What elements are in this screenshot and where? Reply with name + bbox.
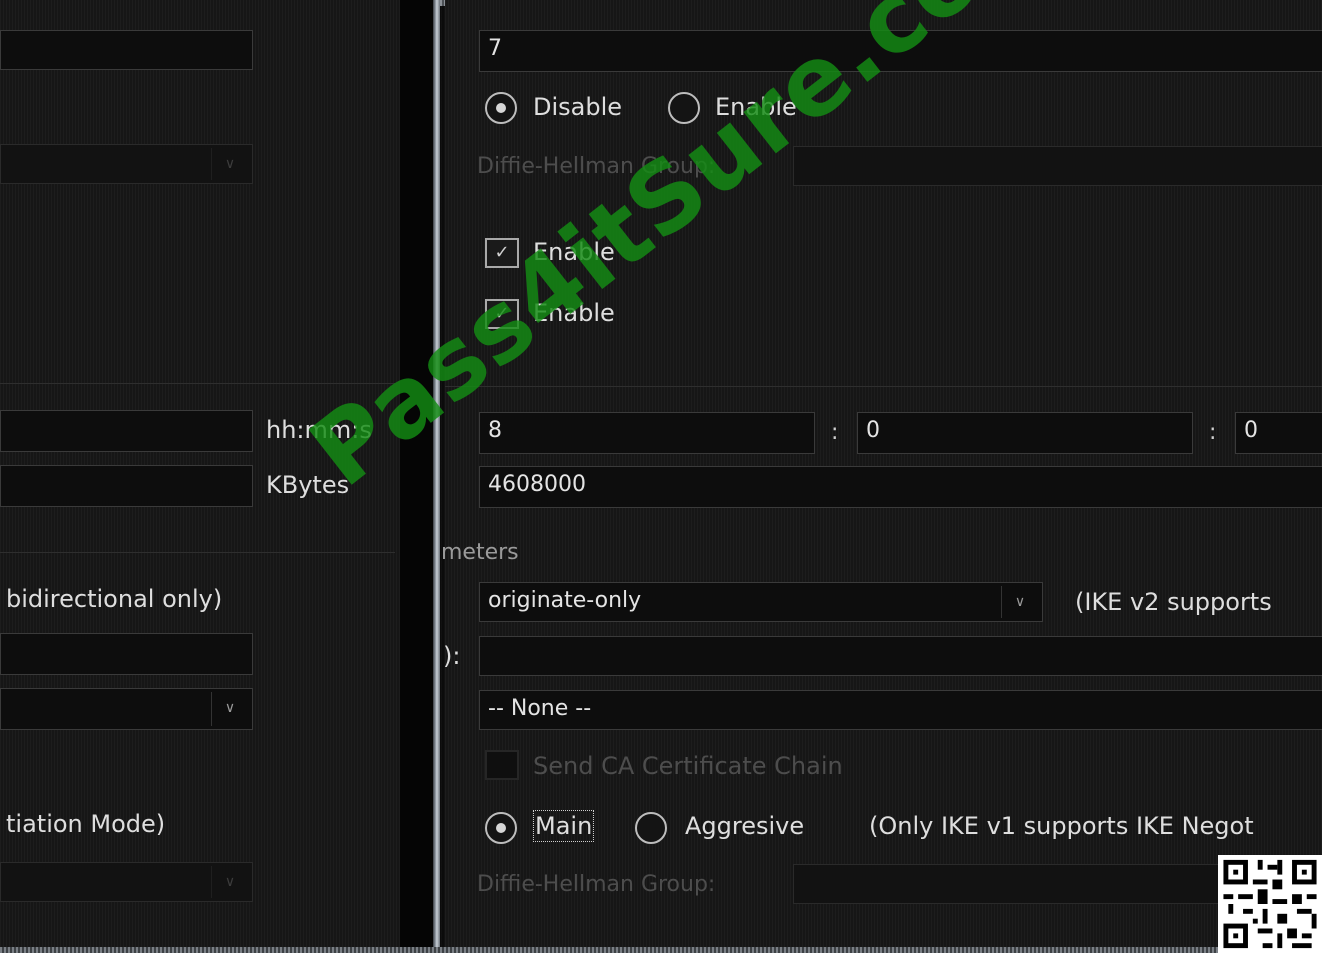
enable-checkbox-2[interactable]: ✓ xyxy=(485,299,519,329)
identity-field[interactable] xyxy=(479,636,1322,676)
chevron-down-icon: ∨ xyxy=(1001,586,1038,618)
enable-checkbox-2-label: Enable xyxy=(533,299,615,327)
mode-aggressive-radio[interactable] xyxy=(635,812,667,844)
left-text-field-1[interactable] xyxy=(0,30,253,70)
mode-main-label: Main xyxy=(532,810,595,842)
panel-gap xyxy=(400,0,433,953)
send-ca-label: Send CA Certificate Chain xyxy=(533,752,843,780)
chevron-down-icon: ∨ xyxy=(211,866,248,898)
dh-group-label: Diffie-Hellman Group: xyxy=(477,154,716,179)
right-separator-1 xyxy=(445,386,1322,387)
mode-aggressive-label: Aggresive xyxy=(685,812,805,840)
top-value-field[interactable]: 7 xyxy=(479,30,1322,72)
check-icon: ✓ xyxy=(494,242,510,263)
left-text-field-2[interactable] xyxy=(0,633,253,675)
left-dropdown-2[interactable]: ∨ xyxy=(0,688,253,730)
left-lifetime-time-field[interactable] xyxy=(0,410,253,452)
chevron-down-icon: ∨ xyxy=(211,148,248,180)
screenshot-stage: ∨ hh:mm:s KBytes bidirectional only) ∨ t… xyxy=(0,0,1322,953)
left-dropdown-3[interactable]: ∨ xyxy=(0,862,253,902)
lifetime-seconds-field[interactable]: 0 xyxy=(1235,412,1322,454)
enable-checkbox-1-label: Enable xyxy=(533,238,615,266)
left-dropdown-1[interactable]: ∨ xyxy=(0,144,253,184)
bottom-border xyxy=(0,947,1322,953)
time-separator: : xyxy=(1209,420,1217,445)
chevron-down-icon: ∨ xyxy=(211,692,248,726)
section-label: meters xyxy=(441,540,519,565)
lifetime-hours-field[interactable]: 8 xyxy=(479,412,815,454)
negotiation-mode-note: tiation Mode) xyxy=(6,810,166,838)
connection-type-dropdown[interactable]: originate-only ∨ xyxy=(479,582,1043,622)
dh-group-dropdown[interactable] xyxy=(793,146,1322,186)
pfs-enable-radio[interactable] xyxy=(668,92,700,124)
right-panel: 7 Disable Enable Diffie-Hellman Group: ✓… xyxy=(441,0,1322,953)
certificate-dropdown[interactable]: -- None -- xyxy=(479,690,1322,730)
left-separator-2 xyxy=(0,552,395,553)
ike-v1-note: (Only IKE v1 supports IKE Negot xyxy=(869,812,1254,840)
check-icon: ✓ xyxy=(494,303,510,324)
ike-v2-note: (IKE v2 supports xyxy=(1075,588,1272,616)
bidirectional-note: bidirectional only) xyxy=(6,585,223,613)
send-ca-checkbox[interactable] xyxy=(485,750,519,780)
left-lifetime-size-field[interactable] xyxy=(0,465,253,507)
pfs-enable-label: Enable xyxy=(715,93,797,121)
splitter-handle[interactable] xyxy=(433,0,440,953)
lifetime-minutes-field[interactable]: 0 xyxy=(857,412,1193,454)
connection-type-value: originate-only xyxy=(488,588,642,613)
qr-code-image xyxy=(1218,855,1322,953)
size-units-label: KBytes xyxy=(266,471,350,499)
dh-group-label-2: Diffie-Hellman Group: xyxy=(477,872,716,897)
left-separator-1 xyxy=(0,383,395,384)
pfs-disable-radio[interactable] xyxy=(485,92,517,124)
lifetime-kbytes-field[interactable]: 4608000 xyxy=(479,466,1322,508)
mode-main-radio[interactable] xyxy=(485,812,517,844)
left-panel: ∨ hh:mm:s KBytes bidirectional only) ∨ t… xyxy=(0,0,400,953)
time-units-label: hh:mm:s xyxy=(266,416,372,444)
row-label-fragment: ): xyxy=(443,642,461,670)
pfs-disable-label: Disable xyxy=(533,93,623,121)
enable-checkbox-1[interactable]: ✓ xyxy=(485,238,519,268)
time-separator: : xyxy=(831,420,839,445)
